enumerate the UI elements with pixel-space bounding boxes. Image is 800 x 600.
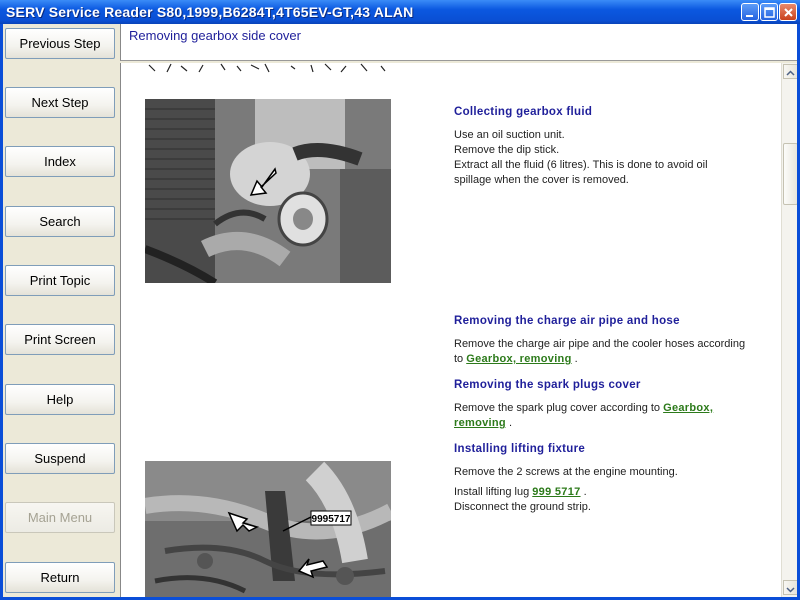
tool-number-label: 9995717 xyxy=(312,514,351,525)
topic-header: Removing gearbox side cover xyxy=(120,24,797,61)
partial-illustration xyxy=(148,63,386,73)
close-icon xyxy=(784,8,793,17)
nav-panel: Previous Step Next Step Index Search Pri… xyxy=(3,24,118,597)
main-menu-button: Main Menu xyxy=(5,502,115,533)
maximize-icon xyxy=(764,7,775,18)
help-button[interactable]: Help xyxy=(5,384,115,415)
app-window: SERV Service Reader S80,1999,B6284T,4T65… xyxy=(0,0,800,600)
previous-step-button[interactable]: Previous Step xyxy=(5,28,115,59)
vertical-scrollbar[interactable] xyxy=(781,63,797,597)
spark-plugs-suffix: . xyxy=(505,417,513,429)
scroll-up-button[interactable] xyxy=(783,64,797,79)
print-screen-button[interactable]: Print Screen xyxy=(5,324,115,355)
collecting-line-4: spillage when the cover is removed. xyxy=(454,174,629,186)
spark-plugs-line-1: Remove the spark plug cover according to… xyxy=(454,401,713,416)
section-title-spark-plugs: Removing the spark plugs cover xyxy=(454,379,641,391)
suspend-button[interactable]: Suspend xyxy=(5,443,115,474)
search-button[interactable]: Search xyxy=(5,206,115,237)
maximize-button[interactable] xyxy=(760,3,778,21)
lifting-lug-link[interactable]: 999 5717 xyxy=(532,486,580,498)
minimize-icon xyxy=(746,15,753,17)
close-button[interactable] xyxy=(779,3,797,21)
page-title: Removing gearbox side cover xyxy=(129,28,301,43)
section-title-collecting: Collecting gearbox fluid xyxy=(454,106,593,118)
section-title-charge-air: Removing the charge air pipe and hose xyxy=(454,315,680,327)
lifting-line-1: Remove the 2 screws at the engine mounti… xyxy=(454,466,678,478)
scroll-down-button[interactable] xyxy=(783,580,797,595)
next-step-button[interactable]: Next Step xyxy=(5,87,115,118)
engine-photo-lifting: 9995717 xyxy=(145,461,391,597)
content-pane[interactable]: 9995717 Collecting gearbox fluid Use an … xyxy=(120,63,797,597)
window-title: SERV Service Reader S80,1999,B6284T,4T65… xyxy=(6,4,414,20)
gearbox-removing-link-2b[interactable]: removing xyxy=(454,417,506,429)
lifting-suffix: . xyxy=(580,486,587,498)
minimize-button[interactable] xyxy=(741,3,759,21)
charge-air-line-1: Remove the charge air pipe and the coole… xyxy=(454,338,746,350)
client-area: Previous Step Next Step Index Search Pri… xyxy=(3,24,797,597)
collecting-line-3: Extract all the fluid (6 litres). This i… xyxy=(454,159,708,171)
collecting-line-1: Use an oil suction unit. xyxy=(454,129,565,141)
print-topic-button[interactable]: Print Topic xyxy=(5,265,115,296)
collecting-line-2: Remove the dip stick. xyxy=(454,144,560,156)
lifting-prefix: Install lifting lug xyxy=(454,486,533,498)
spark-plugs-line-2: removing . xyxy=(454,416,512,431)
charge-air-line-2: to Gearbox, removing . xyxy=(454,352,578,367)
engine-photo-fluid xyxy=(145,99,391,283)
spark-plugs-prefix: Remove the spark plug cover according to xyxy=(454,402,664,414)
charge-air-prefix: to xyxy=(454,353,467,365)
arrow-down-icon xyxy=(786,587,795,593)
index-button[interactable]: Index xyxy=(5,146,115,177)
return-button[interactable]: Return xyxy=(5,562,115,593)
title-bar[interactable]: SERV Service Reader S80,1999,B6284T,4T65… xyxy=(0,0,800,24)
gearbox-removing-link-2a[interactable]: Gearbox, xyxy=(663,402,713,414)
arrow-up-icon xyxy=(786,70,795,76)
lifting-line-2: Install lifting lug 999 5717 . xyxy=(454,485,587,500)
gearbox-removing-link[interactable]: Gearbox, removing xyxy=(466,353,571,365)
section-title-lifting: Installing lifting fixture xyxy=(454,443,586,455)
lifting-line-3: Disconnect the ground strip. xyxy=(454,501,591,513)
charge-air-suffix: . xyxy=(571,353,578,365)
scroll-thumb[interactable] xyxy=(783,143,797,205)
